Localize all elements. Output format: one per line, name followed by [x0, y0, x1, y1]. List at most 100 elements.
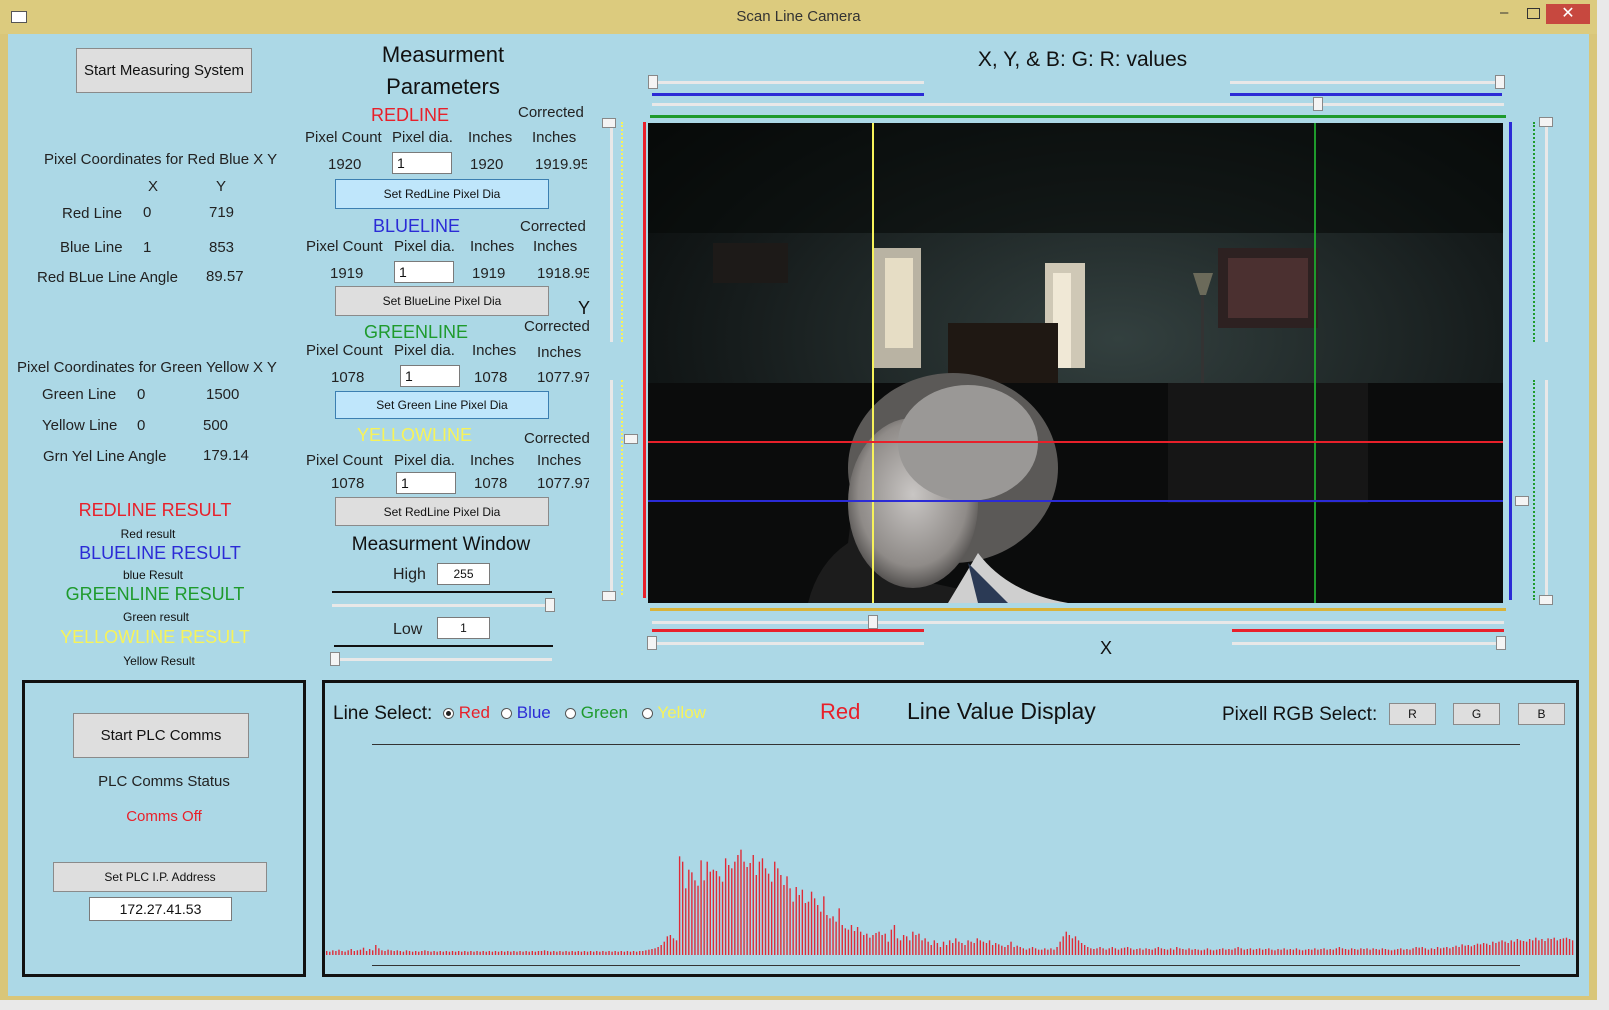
greenline-result-value: Green result [122, 610, 190, 624]
low-input[interactable] [437, 617, 490, 639]
bottom-left-slider-thumb[interactable] [647, 636, 657, 650]
line-option-yellow[interactable]: Yellow [642, 703, 706, 723]
histogram-bar [1553, 937, 1555, 955]
minimize-icon[interactable]: – [1500, 4, 1508, 21]
histogram-bar [635, 951, 638, 955]
histogram-bar [912, 931, 914, 955]
bottom-center-slider-track[interactable] [652, 621, 1504, 624]
histogram-bar [746, 867, 748, 955]
line-value-display-title: Line Value Display [907, 698, 1096, 724]
histogram-bar [654, 948, 656, 955]
left-red-bar [643, 122, 646, 598]
bottom-center-slider-thumb[interactable] [868, 615, 878, 629]
histogram-bar [1044, 948, 1046, 955]
histogram-bar [430, 951, 432, 955]
histogram-bar [362, 947, 365, 955]
left-slider-lower-thumb[interactable] [602, 591, 616, 601]
histogram-bar [1513, 941, 1515, 955]
redline-pixel-dia-input[interactable] [392, 152, 452, 174]
line-option-green[interactable]: Green [565, 703, 628, 723]
maximize-icon[interactable] [1527, 8, 1540, 19]
set-green-line-pixel-dia-button[interactable]: Set Green Line Pixel Dia [335, 391, 549, 419]
histogram-bar [792, 901, 794, 955]
line-option-red[interactable]: Red [443, 703, 490, 723]
histogram-bar [436, 951, 438, 955]
histogram-bar [1206, 948, 1209, 955]
histogram-bar [1565, 937, 1568, 955]
top-center-slider-thumb[interactable] [1313, 97, 1323, 111]
high-input[interactable] [437, 563, 490, 585]
left-slider-upper-track[interactable] [610, 122, 613, 342]
redline-name: REDLINE [371, 105, 450, 125]
histogram-bar [1384, 949, 1387, 955]
histogram-bar [724, 858, 727, 955]
bottom-right-slider-thumb[interactable] [1496, 636, 1506, 650]
blueline-result-value: blue Result [122, 568, 184, 582]
histogram-bar [663, 941, 665, 955]
top-right-blue-bar [1230, 93, 1502, 96]
high-slider-track[interactable] [332, 604, 552, 607]
top-left-slider-track[interactable] [652, 81, 924, 84]
histogram-bar [1464, 945, 1466, 955]
right-slider-lower-track[interactable] [1545, 380, 1548, 600]
histogram-bar [706, 861, 708, 955]
radio-blue[interactable] [501, 708, 512, 720]
left-slider-lower-track[interactable] [610, 380, 613, 595]
bottom-yellow-bar [650, 608, 1506, 611]
top-right-slider-thumb[interactable] [1495, 75, 1505, 89]
histogram-bar [565, 951, 567, 955]
greenline-pixel-dia-input[interactable] [400, 365, 460, 387]
histogram-bar [1439, 948, 1442, 955]
histogram-bar [1381, 948, 1384, 955]
histogram-bar [945, 945, 948, 955]
low-slider-track[interactable] [332, 658, 552, 661]
low-slider-thumb[interactable] [330, 652, 340, 666]
blueline-pixel-dia-input[interactable] [394, 261, 454, 283]
close-icon[interactable]: ✕ [1546, 4, 1590, 24]
histogram-bar [1265, 949, 1267, 955]
histogram-bar [1133, 949, 1135, 955]
right-slider-upper-thumb[interactable] [1539, 117, 1553, 127]
yellow-line-y: 500 [203, 417, 229, 434]
top-center-slider-track[interactable] [652, 103, 1504, 106]
rgb-select-b-button[interactable]: B [1518, 703, 1565, 725]
histogram-bar [451, 951, 454, 955]
line-option-blue[interactable]: Blue [501, 703, 551, 723]
histogram-bar [485, 951, 487, 955]
left-slider-mid-thumb[interactable] [624, 434, 638, 444]
set-yellowline-pixel-dia-button[interactable]: Set RedLine Pixel Dia [335, 497, 549, 526]
radio-green[interactable] [565, 708, 576, 720]
high-slider-thumb[interactable] [545, 598, 555, 612]
histogram-bar [801, 889, 804, 955]
histogram-bar [1209, 949, 1212, 955]
histogram-bar [632, 951, 635, 955]
histogram-bar [1041, 949, 1043, 955]
set-blueline-pixel-dia-button[interactable]: Set BlueLine Pixel Dia [335, 286, 549, 316]
start-plc-comms-button[interactable]: Start PLC Comms [73, 713, 249, 758]
bottom-left-slider-track[interactable] [652, 642, 924, 645]
top-left-slider-thumb[interactable] [648, 75, 658, 89]
start-measuring-button[interactable]: Start Measuring System [76, 48, 252, 93]
top-right-slider-track[interactable] [1230, 81, 1502, 84]
histogram-bar [924, 938, 926, 955]
right-slider-lower-thumb[interactable] [1539, 595, 1553, 605]
right-slider-upper-track[interactable] [1545, 122, 1548, 342]
radio-yellow[interactable] [642, 708, 653, 720]
histogram-bar [1397, 949, 1399, 955]
set-plc-ip-button[interactable]: Set PLC I.P. Address [53, 862, 267, 892]
yellowline-pixel-dia-input[interactable] [396, 472, 456, 494]
rgb-select-r-button[interactable]: R [1389, 703, 1436, 725]
radio-red[interactable] [443, 708, 454, 720]
set-redline-pixel-dia-button[interactable]: Set RedLine Pixel Dia [335, 179, 549, 209]
histogram-bar [1532, 940, 1534, 955]
left-slider-upper-thumb[interactable] [602, 118, 616, 128]
histogram-bar [780, 875, 782, 955]
plc-ip-input[interactable] [89, 897, 232, 921]
right-slider-mid-thumb[interactable] [1515, 496, 1529, 506]
histogram-bar [1258, 948, 1261, 955]
rgb-select-g-button[interactable]: G [1453, 703, 1500, 725]
histogram-bar [813, 898, 816, 955]
redline-pixel-count-header: Pixel Count [305, 129, 382, 146]
bottom-right-slider-track[interactable] [1232, 642, 1504, 645]
histogram-bar [580, 951, 583, 955]
